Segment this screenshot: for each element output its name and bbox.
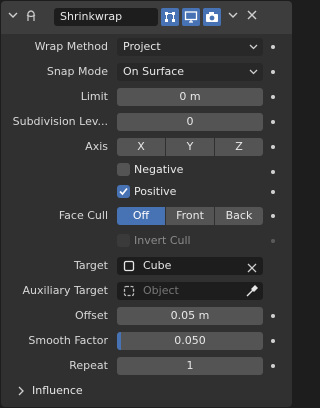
modifier-header: Shrinkwrap [1,1,292,34]
aux-target-placeholder: Object [143,284,179,297]
animate-property-dot[interactable] [271,120,275,124]
subdivision-label: Subdivision Lev... [12,115,108,128]
axis-label: Axis [85,140,108,153]
object-icon [123,260,135,272]
axis-toggle-group: X Y Z [117,138,263,156]
smooth-factor-label: Smooth Factor [28,334,108,347]
aux-target-field[interactable]: Object [117,282,263,300]
target-value: Cube [143,259,172,272]
animate-property-dot[interactable] [271,170,275,174]
checkmark-icon [119,187,128,196]
animate-property-dot[interactable] [271,70,275,74]
wrap-method-value: Project [123,40,161,53]
wrap-method-label: Wrap Method [34,40,108,53]
viewport-icon [184,11,198,23]
animate-property-dot[interactable] [271,214,275,218]
snap-mode-value: On Surface [123,65,185,78]
chevron-right-icon [17,386,25,396]
animate-property-dot [271,239,275,243]
positive-checkbox[interactable] [117,185,130,198]
animate-property-dot[interactable] [271,314,275,318]
influence-label: Influence [32,384,83,397]
chevron-down-icon [249,38,258,63]
object-icon [123,285,135,297]
face-cull-off-button[interactable]: Off [117,207,165,225]
face-cull-label: Face Cull [58,209,108,222]
offset-field[interactable]: 0.05 m [117,307,263,325]
subdivision-field[interactable]: 0 [117,113,263,131]
eyedropper-icon[interactable] [245,284,258,298]
modifier-panel: Shrinkwrap Wrap Method Project Snap Mode… [1,1,292,407]
positive-label: Positive [134,185,177,198]
animate-property-dot[interactable] [271,45,275,49]
aux-target-label: Auxiliary Target [22,284,108,297]
animate-property-dot[interactable] [271,145,275,149]
offset-label: Offset [74,309,108,322]
influence-subpanel-header[interactable]: Influence [1,380,292,402]
target-label: Target [73,259,108,272]
animate-property-dot[interactable] [271,339,275,343]
chevron-down-icon [249,63,258,88]
shrinkwrap-icon [23,9,39,25]
modifier-name-input[interactable]: Shrinkwrap [54,8,158,26]
limit-field[interactable]: 0 m [117,88,263,106]
wrap-method-dropdown[interactable]: Project [117,38,263,56]
limit-label: Limit [80,90,108,103]
smooth-factor-fill [117,332,121,350]
invert-cull-checkbox [117,234,130,247]
target-field[interactable]: Cube [117,257,263,275]
clear-icon[interactable] [247,261,257,273]
render-icon [206,12,218,22]
viewport-toggle[interactable] [182,8,200,26]
snap-mode-dropdown[interactable]: On Surface [117,63,263,81]
smooth-factor-value: 0.050 [174,334,206,347]
edit-mode-toggle[interactable] [161,8,179,26]
animate-property-dot[interactable] [271,190,275,194]
axis-x-button[interactable]: X [117,138,165,156]
chevron-down-icon[interactable] [7,9,19,25]
render-toggle[interactable] [203,8,221,26]
smooth-factor-slider[interactable]: 0.050 [117,332,263,350]
face-cull-front-button[interactable]: Front [166,207,214,225]
negative-label: Negative [134,163,184,176]
axis-y-button[interactable]: Y [166,138,214,156]
chevron-down-icon[interactable] [226,9,240,25]
invert-cull-label: Invert Cull [134,234,191,247]
animate-property-dot[interactable] [271,95,275,99]
animate-property-dot[interactable] [271,364,275,368]
repeat-label: Repeat [69,359,108,372]
edit-mode-icon [165,12,175,22]
axis-z-button[interactable]: Z [215,138,263,156]
snap-mode-label: Snap Mode [46,65,108,78]
face-cull-toggle-group: Off Front Back [117,207,263,225]
repeat-field[interactable]: 1 [117,357,263,375]
face-cull-back-button[interactable]: Back [215,207,263,225]
close-icon[interactable] [245,9,259,25]
negative-checkbox[interactable] [117,163,130,176]
